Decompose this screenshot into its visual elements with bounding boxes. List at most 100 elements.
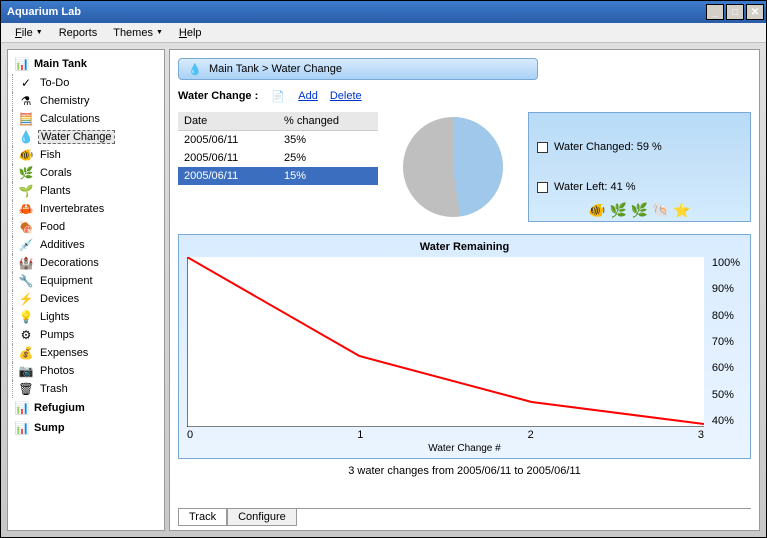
tree-item-label: Trash [38,383,70,395]
breadcrumb-text: Main Tank > Water Change [209,63,342,75]
sidebar-item-invertebrates[interactable]: 🦀 Invertebrates [16,200,162,218]
chevron-down-icon: ▼ [36,29,43,36]
tree-icon: ✓ [18,75,34,91]
tree-icon: 🦀 [18,201,34,217]
tree-icon: 🗑 [18,381,34,397]
legend-box: Water Changed: 59 % Water Left: 41 % 🐠 🌿… [528,112,751,222]
sidebar-item-trash[interactable]: 🗑 Trash [16,380,162,398]
add-icon: 📄 [270,88,286,104]
tree-item-label: Expenses [38,347,90,359]
sidebar-item-photos[interactable]: 📷Photos [16,362,162,380]
tree-icon: 🐠 [18,147,34,163]
sidebar-item-devices[interactable]: ⚡ Devices [16,290,162,308]
bottom-tabs: Track Configure [178,508,751,526]
tree-item-label: Additives [38,239,87,251]
legend-label: Water Left: 41 % [554,181,636,193]
tree-item-label: Water Change [38,130,115,144]
menu-file[interactable]: File▼ [7,25,51,41]
col-date: Date [178,112,278,130]
tree-root-refugium[interactable]: 📊 Refugium [10,398,162,418]
sidebar-item-expenses[interactable]: 💰 Expenses [16,344,162,362]
tree-item-label: Equipment [38,275,95,287]
ytick: 80% [712,310,740,322]
tree-icon: 🍖 [18,219,34,235]
tree-root-label: Sump [34,422,65,434]
tree-item-label: Food [38,221,67,233]
tree-icon: ⚡ [18,291,34,307]
sidebar-item-calculations[interactable]: 🧮 Calculations [16,110,162,128]
tree-item-label: Invertebrates [38,203,106,215]
sidebar-item-water-change[interactable]: 💧 Water Change [16,128,162,146]
section-title: Water Change : [178,90,258,102]
sidebar-item-equipment[interactable]: 🔧Equipment [16,272,162,290]
table-row[interactable]: 2005/06/1135% [178,131,378,149]
table-row[interactable]: 2005/06/1125% [178,149,378,167]
tree-item-label: Lights [38,311,71,323]
sidebar-item-corals[interactable]: 🌿 Corals [16,164,162,182]
sidebar-item-additives[interactable]: 💉 Additives [16,236,162,254]
table-header: Date % changed [178,112,378,131]
tree-icon: 💉 [18,237,34,253]
content-panel: 💧 Main Tank > Water Change Water Change … [169,49,760,531]
sidebar-item-fish[interactable]: 🐠Fish [16,146,162,164]
sidebar-item-food[interactable]: 🍖 Food [16,218,162,236]
tree-root-sump[interactable]: 📊 Sump [10,418,162,438]
aquarium-decor: 🐠 🌿 🌿 🐚 ⭐ [535,202,744,219]
legend-square-icon [537,182,548,193]
ytick: 40% [712,415,740,427]
tree-icon: 🌿 [18,165,34,181]
legend-square-icon [537,142,548,153]
ytick: 100% [712,257,740,269]
tree-icon: 💧 [18,129,34,145]
x-axis-labels: 0123 [187,427,742,441]
sidebar: 📊 Main Tank ✓To-Do⚗Chemistry🧮 Calculation… [7,49,165,531]
chart-title: Water Remaining [187,241,742,253]
add-link[interactable]: Add [298,90,318,102]
minimize-button[interactable]: _ [706,4,724,20]
cell-date: 2005/06/11 [178,149,278,167]
tab-configure[interactable]: Configure [227,509,297,526]
titlebar: Aquarium Lab _ □ ✕ [1,1,766,23]
tree-icon: 💰 [18,345,34,361]
tree-item-label: Corals [38,167,74,179]
maximize-button[interactable]: □ [726,4,744,20]
x-axis-title: Water Change # [187,443,742,454]
tree-item-label: Calculations [38,113,102,125]
ytick: 50% [712,389,740,401]
sidebar-item-to-do[interactable]: ✓To-Do [16,74,162,92]
tree-root-label: Refugium [34,402,85,414]
sidebar-item-plants[interactable]: 🌱Plants [16,182,162,200]
chart-summary: 3 water changes from 2005/06/11 to 2005/… [178,465,751,477]
xtick: 0 [187,429,193,441]
line-chart [187,257,704,427]
menu-themes[interactable]: Themes▼ [105,25,171,41]
window-controls: _ □ ✕ [704,4,764,20]
breadcrumb: 💧 Main Tank > Water Change [178,58,538,80]
tree-icon: 🧮 [18,111,34,127]
sidebar-item-lights[interactable]: 💡 Lights [16,308,162,326]
sidebar-item-chemistry[interactable]: ⚗Chemistry [16,92,162,110]
cell-pct: 25% [278,149,378,167]
tree-root-main-tank[interactable]: 📊 Main Tank [10,54,162,74]
delete-link[interactable]: Delete [330,90,362,102]
legend-left: Water Left: 41 % [537,181,742,193]
sidebar-item-pumps[interactable]: ⚙Pumps [16,326,162,344]
table-row[interactable]: 2005/06/1115% [178,167,378,185]
ytick: 60% [712,362,740,374]
close-button[interactable]: ✕ [746,4,764,20]
tree-icon: 🏰 [18,255,34,271]
tree-item-label: Devices [38,293,81,305]
cell-date: 2005/06/11 [178,131,278,149]
tree-children: ✓To-Do⚗Chemistry🧮 Calculations 💧 Water Chan… [16,74,162,398]
section-header: Water Change : 📄 Add Delete [178,88,751,104]
tab-track[interactable]: Track [178,509,227,526]
menu-help[interactable]: Help [171,25,210,41]
ytick: 70% [712,336,740,348]
menu-reports[interactable]: Reports [51,25,106,41]
tree-item-label: Pumps [38,329,76,341]
content-row: Date % changed 2005/06/1135%2005/06/1125… [178,112,751,222]
y-axis-labels: 100%90%80%70%60%50%40% [712,257,740,427]
tree-icon: 💡 [18,309,34,325]
sidebar-item-decorations[interactable]: 🏰 Decorations [16,254,162,272]
tree-item-label: Decorations [38,257,101,269]
